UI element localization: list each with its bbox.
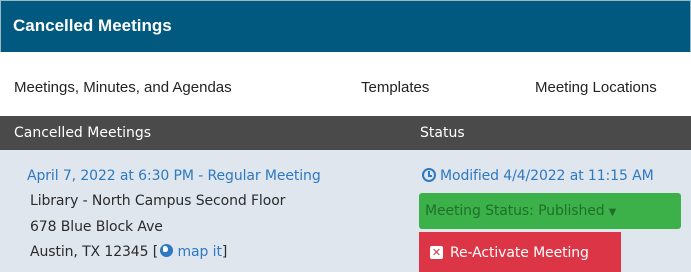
page-title: Cancelled Meetings — [13, 16, 172, 35]
modified-timestamp: Modified 4/4/2022 at 11:15 AM — [422, 168, 654, 184]
globe-icon — [160, 244, 174, 257]
city-text: Austin, TX 12345 [ — [30, 244, 159, 260]
table-header: Cancelled Meetings Status — [0, 116, 691, 150]
location-name: Library - North Campus Second Floor — [30, 193, 286, 209]
map-close-bracket: ] — [221, 244, 228, 260]
column-header-cancelled-meetings: Cancelled Meetings — [14, 125, 152, 141]
street-address: 678 Blue Block Ave — [30, 219, 163, 235]
close-icon: ✕ — [430, 246, 443, 259]
column-header-status: Status — [420, 125, 465, 141]
tab-meeting-locations[interactable]: Meeting Locations — [535, 79, 657, 96]
meeting-link[interactable]: April 7, 2022 at 6:30 PM - Regular Meeti… — [27, 168, 321, 184]
caret-down-icon: ▼ — [608, 207, 617, 218]
city-address: Austin, TX 12345 [ map it] — [30, 244, 227, 260]
re-activate-meeting-button[interactable]: ✕ Re-Activate Meeting — [419, 232, 621, 272]
re-activate-label: Re-Activate Meeting — [450, 245, 589, 261]
tab-templates[interactable]: Templates — [361, 79, 429, 96]
header-bar: Cancelled Meetings — [0, 0, 691, 52]
status-text: Meeting Status: Published — [425, 203, 605, 219]
meeting-status-dropdown[interactable]: Meeting Status: Published ▼ — [419, 193, 681, 229]
clock-icon — [422, 168, 436, 182]
map-it-label: map it — [177, 244, 222, 260]
modified-text: Modified 4/4/2022 at 11:15 AM — [440, 168, 654, 184]
nav-tabs: Meetings, Minutes, and Agendas Templates… — [0, 52, 691, 116]
status-dropdown-label: Meeting Status: Published ▼ — [425, 203, 616, 219]
tab-meetings-minutes-agendas[interactable]: Meetings, Minutes, and Agendas — [14, 79, 232, 96]
map-it-link[interactable]: map it — [158, 244, 222, 260]
